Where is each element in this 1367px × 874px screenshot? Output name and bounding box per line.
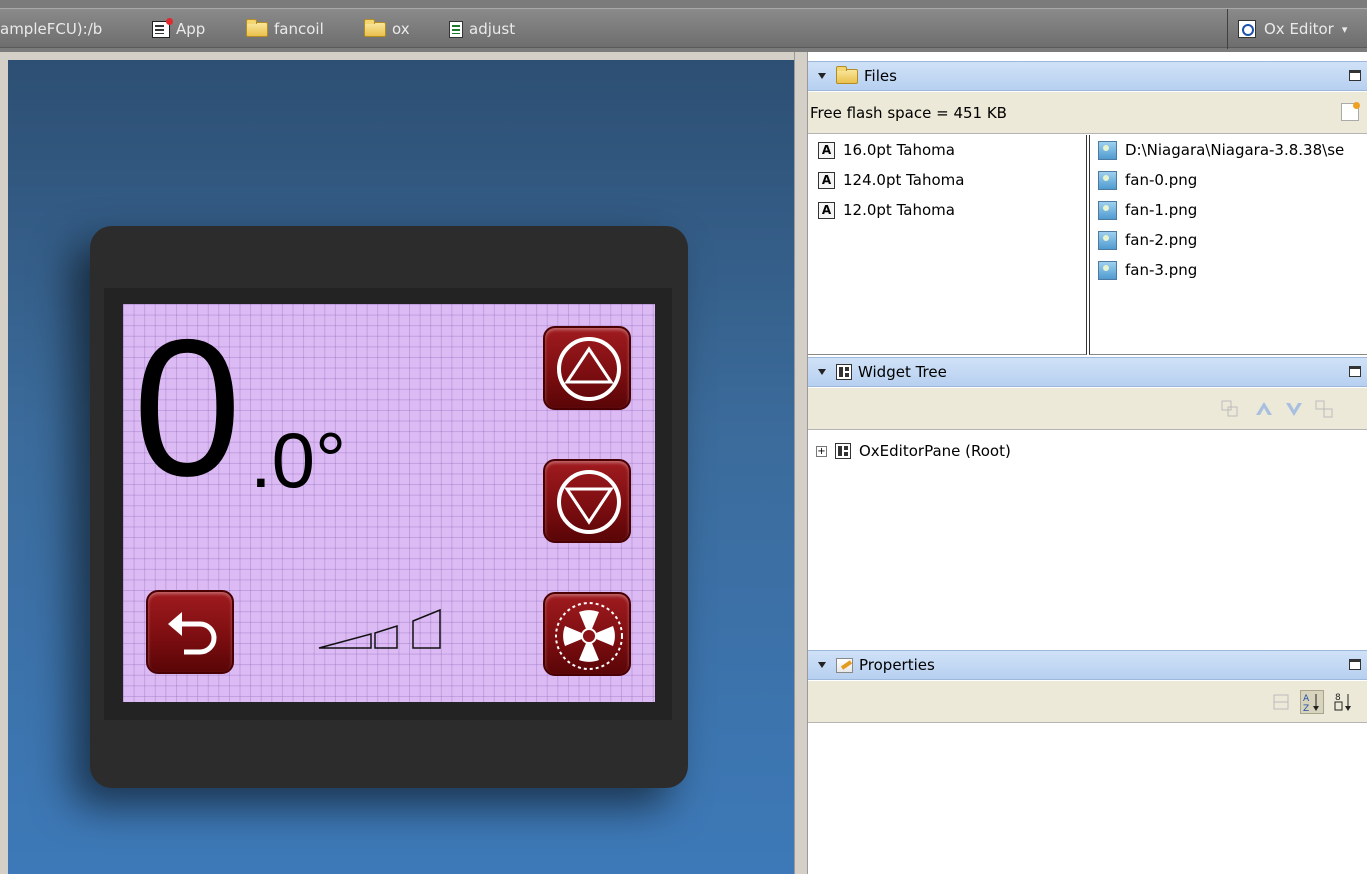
document-icon: [449, 20, 463, 38]
list-item[interactable]: A 12.0pt Tahoma: [808, 195, 1086, 225]
list-item[interactable]: fan-1.png: [1090, 195, 1367, 225]
maximize-icon[interactable]: [1349, 70, 1361, 81]
free-flash-space-label: Free flash space = 451 KB: [810, 104, 1007, 122]
move-down-icon[interactable]: [1284, 399, 1304, 419]
collapse-icon[interactable]: [818, 369, 826, 375]
list-item[interactable]: A 124.0pt Tahoma: [808, 165, 1086, 195]
font-icon: A: [818, 171, 835, 189]
files-panel-title: Files: [864, 67, 897, 85]
view-selector-dropdown[interactable]: Ox Editor ▾: [1227, 9, 1367, 49]
splitter-handle[interactable]: [794, 52, 808, 874]
folder-icon: [836, 65, 858, 84]
chevron-down-icon: ▾: [1341, 22, 1348, 36]
categorize-icon[interactable]: [1272, 692, 1292, 712]
properties-toolbar: AZ 8: [808, 681, 1367, 723]
list-item[interactable]: fan-2.png: [1090, 225, 1367, 255]
image-icon: [1098, 170, 1117, 190]
triangle-down-icon: [557, 470, 621, 534]
widget-tree-panel-title: Widget Tree: [858, 363, 947, 381]
widget-tree-panel-header[interactable]: Widget Tree: [808, 357, 1367, 387]
properties-panel-header[interactable]: Properties: [808, 650, 1367, 680]
folder-icon: [364, 18, 386, 37]
list-item[interactable]: A 16.0pt Tahoma: [808, 135, 1086, 165]
temperature-integer-label[interactable]: 0: [133, 311, 241, 506]
expand-icon[interactable]: +: [816, 445, 827, 457]
list-item[interactable]: fan-0.png: [1090, 165, 1367, 195]
move-up-icon[interactable]: [1254, 399, 1274, 419]
fan-button[interactable]: [543, 592, 631, 676]
widget-tree-icon: [836, 364, 852, 380]
files-toolbar: Free flash space = 451 KB: [808, 92, 1367, 134]
device-screen[interactable]: 0 .0°: [123, 304, 655, 702]
add-file-icon[interactable]: [1341, 102, 1360, 121]
image-icon: [1098, 260, 1117, 280]
widget-tree-toolbar: [808, 388, 1367, 430]
font-icon: A: [818, 141, 835, 159]
breadcrumb: ampleFCU):/b App fancoil ox adjust Ox Ed…: [0, 8, 1367, 49]
back-button[interactable]: [146, 590, 234, 674]
properties-panel-title: Properties: [859, 656, 935, 674]
folder-icon: [246, 18, 268, 37]
properties-sheet: [808, 724, 1367, 874]
properties-icon: [836, 657, 853, 673]
fonts-list: A 16.0pt Tahoma A 124.0pt Tahoma A 12.0p…: [808, 135, 1087, 355]
breadcrumb-item-fancoil[interactable]: fancoil: [246, 18, 324, 39]
collapse-icon[interactable]: [818, 73, 826, 79]
images-list: D:\Niagara\Niagara-3.8.38\se fan-0.png f…: [1089, 135, 1367, 355]
tree-node-root[interactable]: + OxEditorPane (Root): [808, 436, 1367, 466]
image-icon: [1098, 140, 1117, 160]
files-panel-header[interactable]: Files: [808, 61, 1367, 91]
breadcrumb-item-app[interactable]: App: [152, 17, 205, 39]
top-bar: ampleFCU):/b App fancoil ox adjust Ox Ed…: [0, 0, 1367, 52]
sort-alphabetical-icon[interactable]: AZ: [1300, 690, 1324, 714]
thermostat-device[interactable]: 0 .0°: [90, 226, 688, 788]
left-gutter: [0, 52, 8, 874]
image-icon: [1098, 200, 1117, 220]
side-bar: Files Free flash space = 451 KB A 16.0pt…: [808, 52, 1367, 874]
sort-order-icon[interactable]: 8: [1334, 691, 1354, 711]
undo-arrow-icon: [168, 612, 217, 655]
magnifier-icon: [1238, 20, 1256, 38]
breadcrumb-item-ox[interactable]: ox: [364, 18, 410, 39]
ox-editor-canvas[interactable]: 0 .0°: [8, 60, 794, 874]
breadcrumb-station[interactable]: ampleFCU):/b: [0, 19, 102, 39]
fan-icon: [555, 602, 623, 670]
ungroup-icon[interactable]: [1314, 399, 1334, 419]
svg-text:A: A: [1303, 694, 1310, 704]
maximize-icon[interactable]: [1349, 366, 1361, 377]
maximize-icon[interactable]: [1349, 659, 1361, 670]
breadcrumb-item-adjust[interactable]: adjust: [449, 19, 515, 39]
widget-tree: + OxEditorPane (Root): [808, 431, 1367, 651]
list-item[interactable]: D:\Niagara\Niagara-3.8.38\se: [1090, 135, 1367, 165]
up-button[interactable]: [543, 326, 631, 410]
group-icon[interactable]: [1220, 399, 1240, 419]
font-icon: A: [818, 201, 835, 219]
app-icon: [152, 17, 173, 38]
pane-icon: [835, 443, 851, 459]
collapse-icon[interactable]: [818, 662, 826, 668]
list-item[interactable]: fan-3.png: [1090, 255, 1367, 285]
svg-text:Z: Z: [1303, 704, 1309, 713]
image-icon: [1098, 230, 1117, 250]
fan-speed-indicator: [318, 608, 441, 649]
temperature-decimal-label[interactable]: .0°: [250, 420, 346, 500]
down-button[interactable]: [543, 459, 631, 543]
triangle-up-icon: [557, 337, 621, 401]
